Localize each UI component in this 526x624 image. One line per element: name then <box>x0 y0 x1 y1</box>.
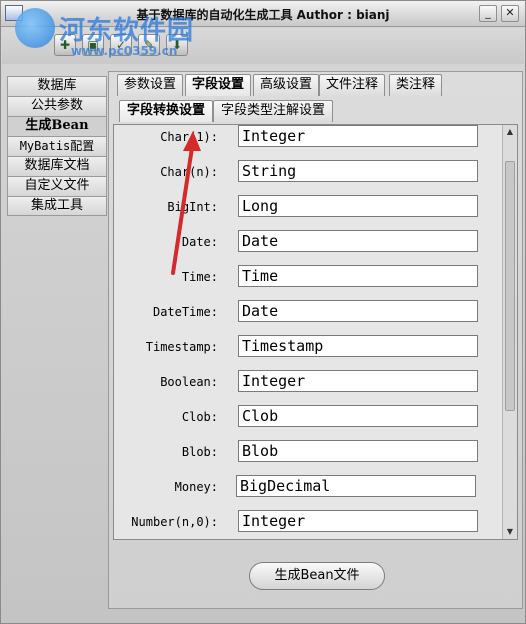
mapping-label: DateTime: <box>152 305 218 319</box>
mapping-input[interactable]: BigDecimal <box>236 475 476 497</box>
mapping-input[interactable]: Integer <box>238 370 478 392</box>
mapping-label: Blob: <box>181 445 218 459</box>
tab-advanced[interactable]: 高级设置 <box>253 74 320 96</box>
sidebar-item-database[interactable]: 数据库 <box>7 76 107 96</box>
tab-file-comments[interactable]: 文件注释 <box>319 74 386 96</box>
mapping-input[interactable]: Integer <box>238 510 478 532</box>
mapping-row: DateTime: Date <box>114 300 502 324</box>
sidebar-item-db-docs[interactable]: 数据库文档 <box>7 156 107 176</box>
tab-fields[interactable]: 字段设置 <box>185 74 252 96</box>
mapping-label: Money: <box>174 480 218 494</box>
mapping-row: Char(1): Integer <box>114 125 502 149</box>
watermark-title: 河东软件园 <box>59 16 195 46</box>
generate-bean-button[interactable]: 生成Bean文件 <box>249 562 385 590</box>
subtab-field-conversion[interactable]: 字段转换设置 <box>119 100 214 122</box>
mapping-input[interactable]: Blob <box>238 440 478 462</box>
mapping-input[interactable]: Date <box>238 230 478 252</box>
mapping-input[interactable]: Long <box>238 195 478 217</box>
minimize-button[interactable]: _ <box>479 5 497 22</box>
scroll-up-icon[interactable]: ▲ <box>503 125 517 139</box>
app-window: 基于数据库的自动化生成工具 Author : bianj _ ✕ ✚ ▣ ✓ ✎… <box>0 0 526 624</box>
scroll-down-icon[interactable]: ▼ <box>503 525 517 539</box>
mapping-row: Number(n,0): Integer <box>114 510 502 534</box>
mapping-label: Date: <box>181 235 218 249</box>
tab-params[interactable]: 参数设置 <box>117 74 184 96</box>
mapping-row: Timestamp: Timestamp <box>114 335 502 359</box>
mapping-label: Char(n): <box>160 165 218 179</box>
mapping-row: Date: Date <box>114 230 502 254</box>
mapping-row: Char(n): String <box>114 160 502 184</box>
mapping-label: Char(1): <box>160 130 218 144</box>
sidebar-item-mybatis-config[interactable]: MyBatis配置 <box>7 136 107 156</box>
field-mapping-list: Char(1): Integer Char(n): String BigInt:… <box>113 124 518 540</box>
subtab-type-annotations[interactable]: 字段类型注解设置 <box>213 100 334 122</box>
mapping-input[interactable]: Timestamp <box>238 335 478 357</box>
sidebar-item-common-params[interactable]: 公共参数 <box>7 96 107 116</box>
mapping-label: Time: <box>181 270 218 284</box>
mapping-label: Boolean: <box>160 375 218 389</box>
mapping-input[interactable]: Date <box>238 300 478 322</box>
main-panel: 参数设置 字段设置 高级设置 文件注释 类注释 字段转换设置 字段类型注解设置 … <box>108 71 523 609</box>
mapping-label: Clob: <box>181 410 218 424</box>
mapping-row: Money: BigDecimal <box>114 475 502 499</box>
mapping-row: Blob: Blob <box>114 440 502 464</box>
mapping-label: BigInt: <box>167 200 218 214</box>
mapping-input[interactable]: String <box>238 160 478 182</box>
mapping-input[interactable]: Clob <box>238 405 478 427</box>
watermark-url: www.pc0359.cn <box>71 44 178 58</box>
sidebar-item-generate-bean[interactable]: 生成Bean <box>7 116 107 136</box>
sidebar-item-integration-tools[interactable]: 集成工具 <box>7 196 107 216</box>
mapping-row: Time: Time <box>114 265 502 289</box>
mapping-row: BigInt: Long <box>114 195 502 219</box>
mapping-input[interactable]: Integer <box>238 125 478 147</box>
mapping-label: Timestamp: <box>145 340 218 354</box>
vertical-scrollbar[interactable]: ▲ ▼ <box>502 125 517 539</box>
sidebar: 数据库 公共参数 生成Bean MyBatis配置 数据库文档 自定义文件 集成… <box>7 76 107 216</box>
close-button[interactable]: ✕ <box>501 5 519 22</box>
sidebar-item-custom-files[interactable]: 自定义文件 <box>7 176 107 196</box>
tab-class-comments[interactable]: 类注释 <box>389 74 443 96</box>
watermark-logo-icon <box>15 8 55 48</box>
mapping-label: Number(n,0): <box>131 515 218 529</box>
mapping-row: Clob: Clob <box>114 405 502 429</box>
mapping-row: Boolean: Integer <box>114 370 502 394</box>
scroll-thumb[interactable] <box>505 161 515 411</box>
watermark: 河东软件园 www.pc0359.cn <box>15 6 235 64</box>
mapping-input[interactable]: Time <box>238 265 478 287</box>
